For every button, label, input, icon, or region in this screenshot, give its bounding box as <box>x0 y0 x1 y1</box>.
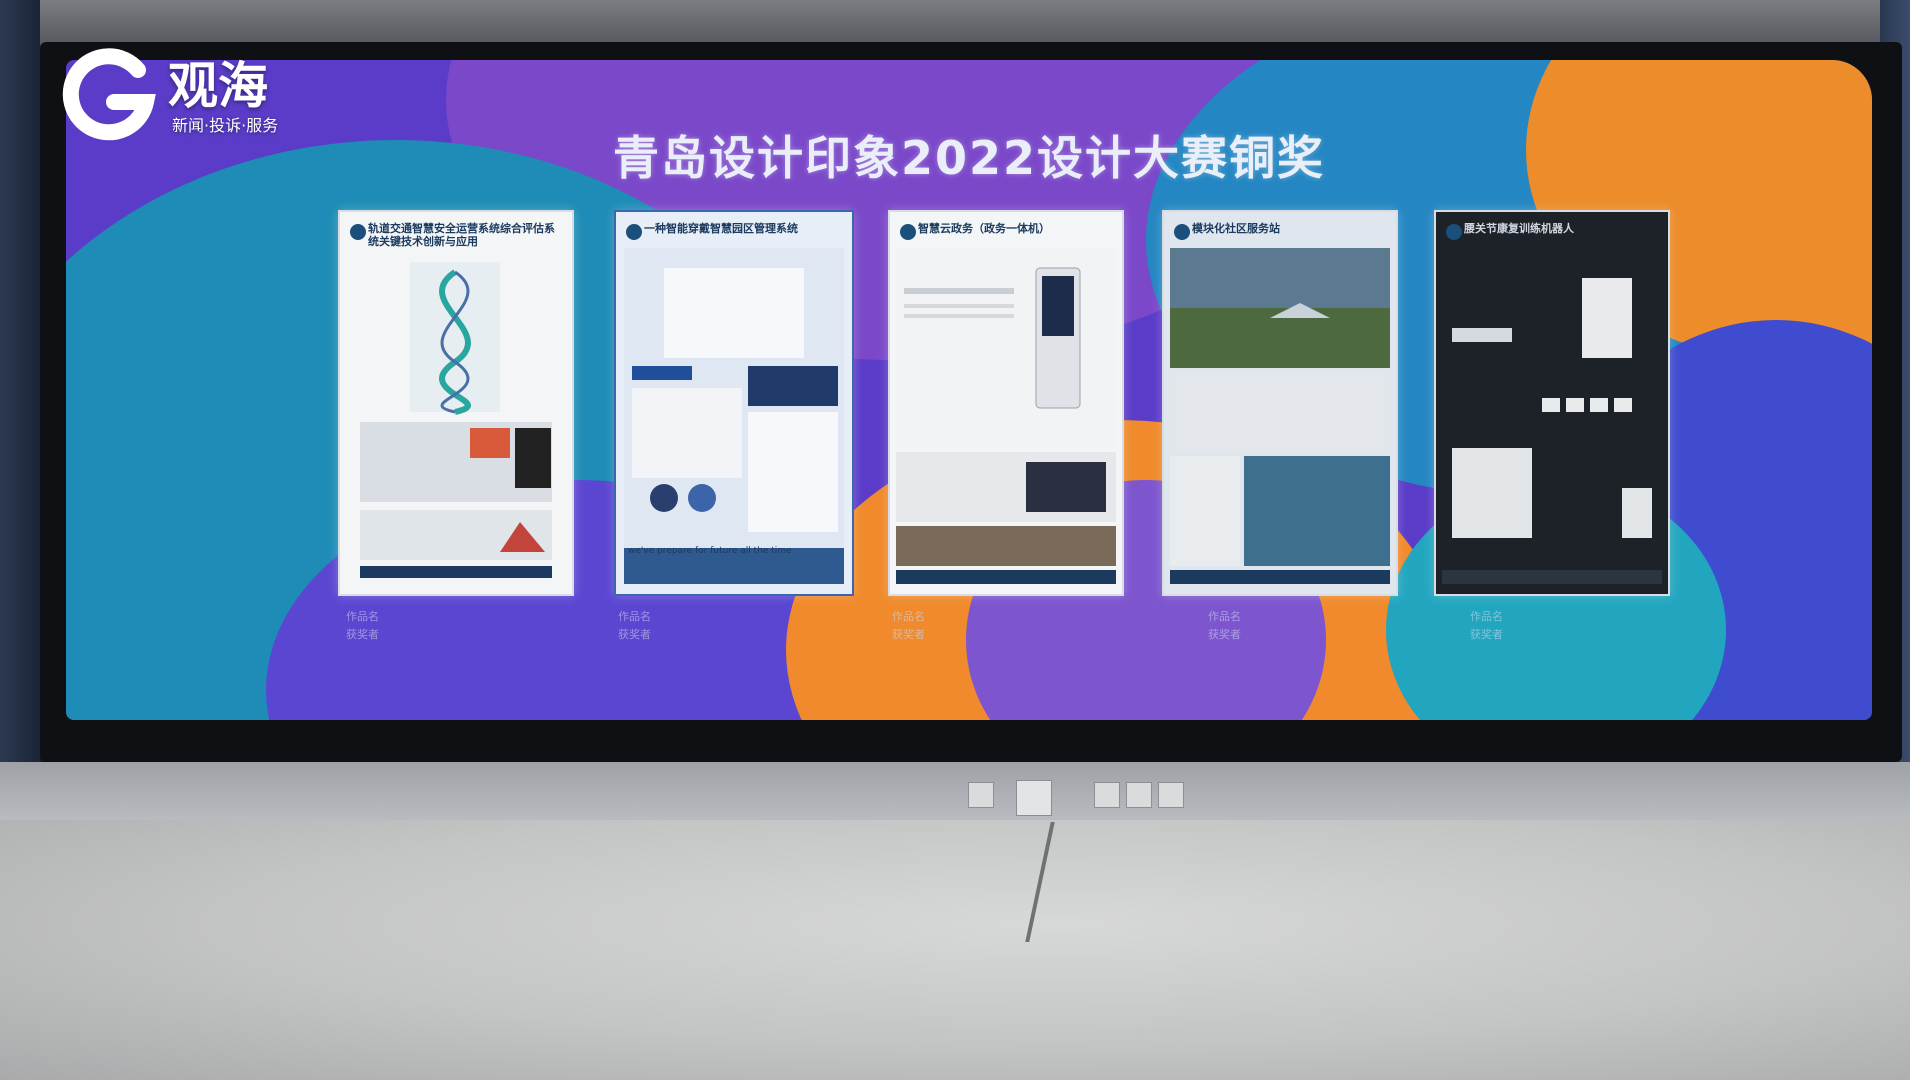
led-display-screen: 青岛设计印象2022设计大赛铜奖 轨道交通智慧安全运营系统综合评估系统关键技术创… <box>66 60 1872 720</box>
poster-title: 腰关节康复训练机器人 <box>1464 222 1574 235</box>
poster-1: 轨道交通智慧安全运营系统综合评估系统关键技术创新与应用 <box>338 210 574 596</box>
poster-graphic <box>360 262 552 578</box>
poster-4: 模块化社区服务站 <box>1162 210 1398 596</box>
poster-graphic <box>624 248 844 584</box>
poster-slogan: we've prepare for future all the time <box>628 546 792 556</box>
poster-title: 轨道交通智慧安全运营系统综合评估系统关键技术创新与应用 <box>368 222 555 248</box>
caption-1: 作品名 获奖者 <box>346 608 391 644</box>
poster-5: 腰关节康复训练机器人 <box>1434 210 1670 596</box>
caption-2: 作品名 获奖者 <box>618 608 663 644</box>
logo-name: 观海 <box>168 57 268 115</box>
caption-winner-label: 获奖者 <box>618 628 651 641</box>
wall-outlet <box>1158 782 1184 808</box>
poster-logo-icon <box>1174 224 1190 240</box>
poster-graphic <box>896 248 1116 584</box>
wall-outlet <box>968 782 994 808</box>
caption-work-label: 作品名 <box>1208 610 1241 623</box>
caption-winner-label: 获奖者 <box>346 628 379 641</box>
poster-3: 智慧云政务（政务一体机） <box>888 210 1124 596</box>
caption-4: 作品名 获奖者 <box>1208 608 1253 644</box>
floor-box <box>1016 780 1052 816</box>
display-ledge <box>0 762 1910 820</box>
poster-logo-icon <box>900 224 916 240</box>
caption-5: 作品名 获奖者 <box>1470 608 1515 644</box>
poster-logo-icon <box>350 224 366 240</box>
caption-3: 作品名 获奖者 <box>892 608 937 644</box>
caption-work-label: 作品名 <box>892 610 925 623</box>
caption-work-label: 作品名 <box>1470 610 1503 623</box>
poster-title: 智慧云政务（政务一体机） <box>918 222 1050 235</box>
wall-left <box>0 0 40 780</box>
floor <box>0 820 1910 1080</box>
guanhai-g-icon <box>62 48 156 141</box>
wall-outlet <box>1126 782 1152 808</box>
poster-2: 一种智能穿戴智慧园区管理系统 we've prepare for future … <box>614 210 854 596</box>
caption-winner-label: 获奖者 <box>892 628 925 641</box>
poster-title: 模块化社区服务站 <box>1192 222 1280 235</box>
logo-tagline: 新闻·投诉·服务 <box>172 116 279 135</box>
caption-winner-label: 获奖者 <box>1208 628 1241 641</box>
caption-work-label: 作品名 <box>346 610 379 623</box>
award-title: 青岛设计印象2022设计大赛铜奖 <box>612 131 1326 185</box>
poster-logo-icon <box>1446 224 1462 240</box>
wall-outlet <box>1094 782 1120 808</box>
poster-graphic <box>1442 248 1662 584</box>
caption-work-label: 作品名 <box>618 610 651 623</box>
poster-title: 一种智能穿戴智慧园区管理系统 <box>644 222 798 235</box>
caption-winner-label: 获奖者 <box>1470 628 1503 641</box>
poster-logo-icon <box>626 224 642 240</box>
poster-graphic <box>1170 248 1390 584</box>
guanhai-logo: 观海 新闻·投诉·服务 <box>60 42 330 142</box>
